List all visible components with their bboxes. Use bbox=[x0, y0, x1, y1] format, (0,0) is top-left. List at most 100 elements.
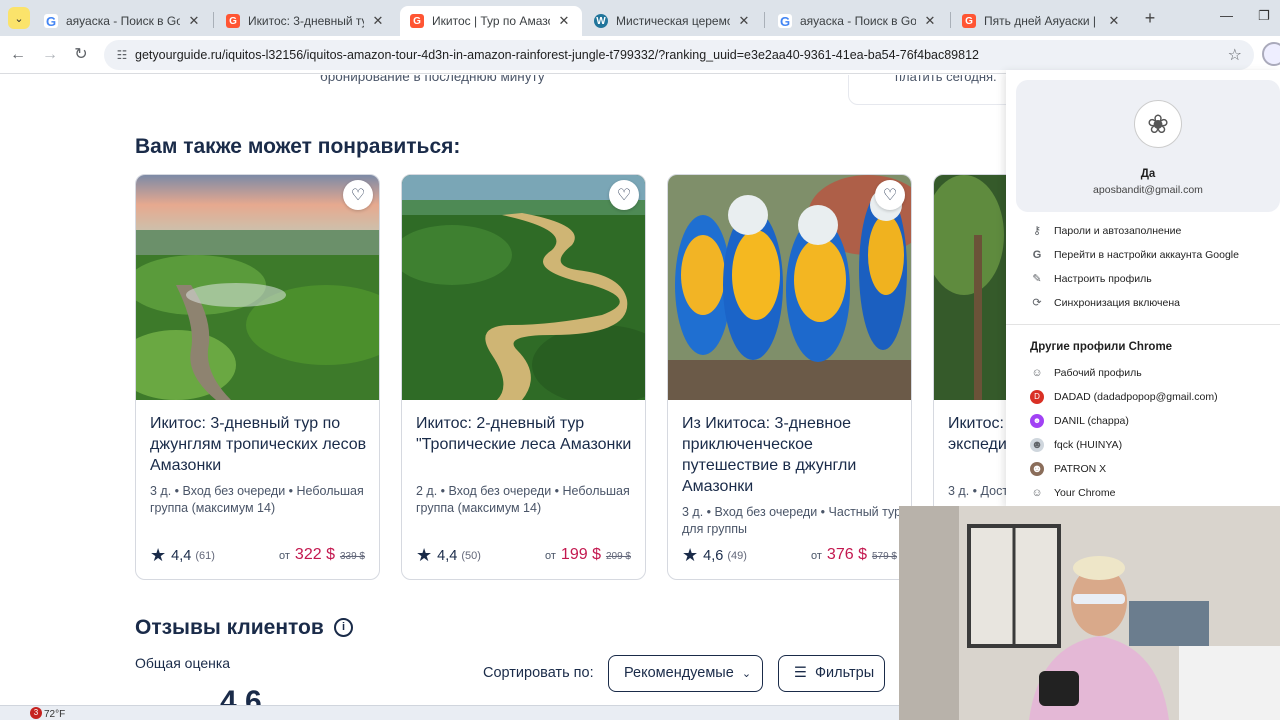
close-icon[interactable]: ✕ bbox=[556, 13, 572, 29]
close-icon[interactable]: ✕ bbox=[370, 13, 386, 29]
sync-icon: ⟳ bbox=[1032, 297, 1042, 309]
price-from: от bbox=[279, 550, 290, 562]
chevron-down-icon: ⌄ bbox=[741, 668, 752, 680]
profile-item[interactable]: ☻ fqck (HUINYA) bbox=[1030, 436, 1122, 454]
card-title[interactable]: Икитос: 3-дневный тур по джунглям тропич… bbox=[150, 413, 370, 476]
avatar-icon: ☻ bbox=[1030, 438, 1044, 452]
pencil-icon: ✎ bbox=[1032, 273, 1042, 285]
close-icon[interactable]: ✕ bbox=[736, 13, 752, 29]
tab-1[interactable]: G аяуаска - Поиск в Google ✕ bbox=[34, 6, 212, 36]
profile-email: aposbandit@gmail.com bbox=[1093, 184, 1203, 196]
filters-button[interactable]: ☰ Фильтры bbox=[778, 655, 885, 692]
os-taskbar: 3 72°F bbox=[0, 705, 899, 720]
person-icon: ☺ bbox=[1031, 487, 1043, 499]
star-icon: ★ bbox=[416, 545, 433, 565]
price-current: 199 $ bbox=[560, 546, 601, 563]
card-meta: 2 д. • Вход без очереди • Небольшая груп… bbox=[416, 484, 630, 515]
tab-separator bbox=[950, 12, 951, 28]
tab-5[interactable]: G аяуаска - Поиск в Google ✕ bbox=[768, 6, 948, 36]
tab-2[interactable]: G Икитос: 3-дневный тур по джунглям ✕ bbox=[216, 6, 396, 36]
profile-avatar-icon: ❀ bbox=[1134, 100, 1182, 148]
tab-title: Пять дней Аяуаски | GetYourGuide bbox=[984, 14, 1100, 28]
price-from: от bbox=[811, 550, 822, 562]
close-icon[interactable]: ✕ bbox=[186, 13, 202, 29]
sort-dropdown[interactable]: Рекомендуемые ⌄ bbox=[608, 655, 763, 692]
rating-value: 4,4 bbox=[437, 547, 458, 564]
rating-value: 4,6 bbox=[703, 547, 724, 564]
tab-6[interactable]: G Пять дней Аяуаски | GetYourGuide ✕ bbox=[952, 6, 1132, 36]
profile-card: ❀ Да aposbandit@gmail.com bbox=[1016, 80, 1280, 212]
reload-icon[interactable]: ↻ bbox=[71, 45, 91, 65]
tab-search-button[interactable]: ⌄ bbox=[8, 7, 30, 29]
heart-icon[interactable]: ♡ bbox=[343, 180, 373, 210]
forward-arrow-icon[interactable]: → bbox=[40, 45, 60, 65]
filters-label: Фильтры bbox=[815, 665, 875, 681]
tab-separator bbox=[764, 12, 765, 28]
heart-icon[interactable]: ♡ bbox=[875, 180, 905, 210]
menu-label: Перейти в настройки аккаунта Google bbox=[1054, 249, 1239, 261]
avatar-icon: ☻ bbox=[1030, 462, 1044, 476]
overall-rating-value: 4,6 bbox=[220, 685, 262, 705]
menu-google-account[interactable]: G Перейти в настройки аккаунта Google bbox=[1030, 246, 1239, 264]
menu-passwords[interactable]: ⚷ Пароли и автозаполнение bbox=[1030, 222, 1181, 240]
card-title[interactable]: Из Икитоса: 3-дневное приключенческое пу… bbox=[682, 413, 902, 497]
menu-sync[interactable]: ⟳ Синхронизация включена bbox=[1030, 294, 1180, 312]
weather-text[interactable]: 72°F bbox=[44, 709, 65, 720]
webcam-overlay bbox=[899, 506, 1280, 720]
card-meta: 3 д. • Вход без очереди • Небольшая груп… bbox=[150, 484, 364, 515]
profile-item[interactable]: ☺ Рабочий профиль bbox=[1030, 364, 1141, 382]
address-bar[interactable]: ☷ getyourguide.ru/iquitos-l32156/iquitos… bbox=[104, 40, 1254, 70]
tab-title: Икитос: 3-дневный тур по джунглям bbox=[248, 14, 364, 28]
tab-separator bbox=[213, 12, 214, 28]
section-title: Вам также может понравиться: bbox=[135, 135, 461, 158]
activity-card[interactable]: ♡ Икитос: 3-дневный тур по джунглям троп… bbox=[135, 174, 380, 580]
profile-name: Да bbox=[1140, 168, 1156, 180]
activity-card[interactable]: ♡ Из Икитоса: 3-дневное приключенческое … bbox=[667, 174, 912, 580]
site-info-icon[interactable]: ☷ bbox=[114, 47, 130, 63]
chevron-down-icon: ⌄ bbox=[14, 12, 24, 25]
minimize-icon[interactable]: — bbox=[1220, 8, 1233, 23]
back-arrow-icon[interactable]: ← bbox=[8, 45, 28, 65]
reviews-title: Отзывы клиентов bbox=[135, 616, 324, 639]
amazon-river-image bbox=[402, 175, 645, 400]
menu-customize-profile[interactable]: ✎ Настроить профиль bbox=[1030, 270, 1151, 288]
card-price: от 322 $ 339 $ bbox=[279, 546, 365, 564]
info-icon[interactable]: i bbox=[334, 618, 353, 637]
url-text[interactable]: getyourguide.ru/iquitos-l32156/iquitos-a… bbox=[135, 48, 979, 62]
review-count: (61) bbox=[195, 549, 215, 562]
bookmark-star-icon[interactable]: ☆ bbox=[1228, 45, 1242, 65]
profile-label: fqck (HUINYA) bbox=[1054, 439, 1123, 451]
tab-4[interactable]: W Мистическая церемония ✕ bbox=[584, 6, 762, 36]
tab-strip: ⌄ G аяуаска - Поиск в Google ✕ G Икитос:… bbox=[0, 0, 1280, 36]
close-icon[interactable]: ✕ bbox=[922, 13, 938, 29]
new-tab-button[interactable]: + bbox=[1140, 8, 1160, 28]
profile-item[interactable]: ☺ Your Chrome bbox=[1030, 484, 1115, 502]
review-count: (49) bbox=[727, 549, 747, 562]
price-from: от bbox=[545, 550, 556, 562]
menu-label: Пароли и автозаполнение bbox=[1054, 225, 1182, 237]
profile-item[interactable]: ☻ PATRON X bbox=[1030, 460, 1106, 478]
tab-3-active[interactable]: G Икитос | Тур по Амазонии ✕ bbox=[400, 6, 582, 36]
menu-label: Синхронизация включена bbox=[1054, 297, 1180, 309]
price-current: 322 $ bbox=[294, 546, 335, 563]
avatar-d-icon: D bbox=[1030, 390, 1044, 404]
activity-card[interactable]: ♡ Икитос: 2-дневный тур "Тропические лес… bbox=[401, 174, 646, 580]
wordpress-icon: W bbox=[594, 14, 608, 28]
profile-item[interactable]: D DADAD (dadadpopop@gmail.com) bbox=[1030, 388, 1218, 406]
divider bbox=[1006, 324, 1280, 325]
heart-icon[interactable]: ♡ bbox=[609, 180, 639, 210]
card-title[interactable]: Икитос: 2-дневный тур "Тропические леса … bbox=[416, 413, 636, 455]
close-icon[interactable]: ✕ bbox=[1106, 13, 1122, 29]
notification-badge: 3 bbox=[30, 707, 42, 719]
profile-item[interactable]: ☻ DANIL (chappa) bbox=[1030, 412, 1129, 430]
tab-title: аяуаска - Поиск в Google bbox=[800, 14, 916, 28]
star-icon: ★ bbox=[682, 545, 699, 565]
sort-value: Рекомендуемые bbox=[624, 665, 734, 681]
getyourguide-icon: G bbox=[962, 14, 976, 28]
restore-icon[interactable]: ❐ bbox=[1258, 8, 1270, 24]
profile-label: DANIL (chappa) bbox=[1054, 415, 1129, 427]
last-minute-text: бронирование в последнюю минуту bbox=[320, 75, 545, 84]
parrots-image bbox=[668, 175, 911, 400]
google-icon: G bbox=[1032, 249, 1042, 261]
profile-avatar-button[interactable] bbox=[1262, 42, 1280, 66]
